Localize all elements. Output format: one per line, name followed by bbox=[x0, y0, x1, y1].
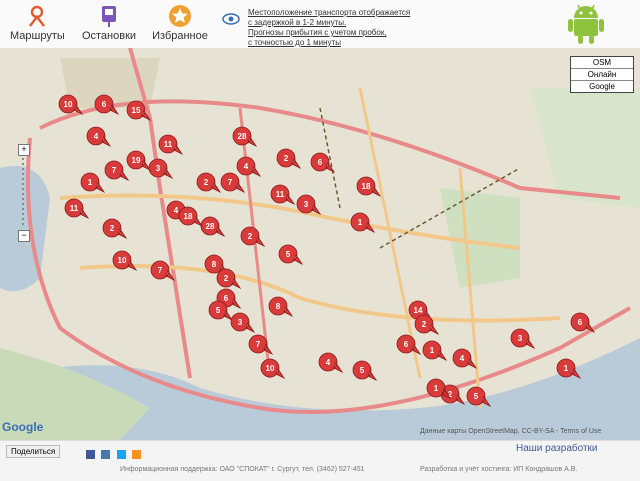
marker-label: 28 bbox=[238, 132, 247, 141]
developer-info: Разработка и учёт хостинга: ИП Кондрашов… bbox=[420, 466, 578, 473]
marker-label: 2 bbox=[204, 178, 209, 187]
marker-label: 1 bbox=[434, 384, 439, 393]
marker-label: 3 bbox=[156, 164, 161, 173]
delay-notice: Местоположение транспорта отображается с… bbox=[248, 8, 410, 48]
map-attribution[interactable]: Данные карты OpenStreetMap, CC-BY-SA - T… bbox=[420, 428, 601, 435]
notice-line-4: с точностью до 1 минуты bbox=[248, 38, 341, 47]
marker-label: 7 bbox=[228, 178, 233, 187]
marker-label: 6 bbox=[404, 340, 409, 349]
marker-label: 1 bbox=[88, 178, 93, 187]
marker-label: 3 bbox=[304, 200, 309, 209]
city-map[interactable]: 10 6 15 4 11 28 2 1 7 19 3 2 7 4 6 11 3 18 11 2 4 28 2 18 1 10 7 8 2… bbox=[0, 48, 640, 440]
layer-option-osm[interactable]: OSM bbox=[571, 57, 633, 69]
marker-label: 14 bbox=[414, 306, 423, 315]
stops-button[interactable]: Остановки bbox=[80, 4, 138, 42]
routes-button[interactable]: Маршруты bbox=[10, 4, 65, 42]
top-bar: Маршруты Остановки Избранное Местоположе… bbox=[0, 0, 640, 49]
marker-label: 4 bbox=[460, 354, 465, 363]
marker-label: 11 bbox=[164, 140, 173, 149]
marker-label: 19 bbox=[132, 156, 141, 165]
social-icons bbox=[86, 446, 143, 464]
map-layer-switcher: OSM Онлайн Google bbox=[570, 56, 634, 93]
notice-line-3: Прогнозы прибытия с учетом пробок, bbox=[248, 28, 387, 37]
marker-label: 7 bbox=[112, 166, 117, 175]
marker-label: 7 bbox=[256, 340, 261, 349]
marker-label: 6 bbox=[102, 100, 107, 109]
marker-label: 8 bbox=[212, 260, 217, 269]
marker-label: 4 bbox=[94, 132, 99, 141]
marker-label: 10 bbox=[266, 364, 275, 373]
notice-line-1: Местоположение транспорта отображается bbox=[248, 8, 411, 17]
marker-label: 6 bbox=[224, 294, 229, 303]
marker-label: 10 bbox=[118, 256, 127, 265]
marker-label: 5 bbox=[474, 392, 479, 401]
odnoklassniki-icon[interactable] bbox=[132, 450, 142, 459]
marker-label: 2 bbox=[110, 224, 115, 233]
routes-label: Маршруты bbox=[10, 30, 65, 42]
marker-label: 15 bbox=[132, 106, 141, 115]
marker-label: 6 bbox=[578, 318, 583, 327]
marker-label: 8 bbox=[276, 302, 281, 311]
our-developments-link[interactable]: Наши разработки bbox=[516, 443, 598, 454]
marker-label: 3 bbox=[238, 318, 243, 327]
route-pin-icon bbox=[29, 5, 45, 27]
eye-info-icon bbox=[222, 13, 240, 25]
android-icon[interactable] bbox=[566, 2, 606, 46]
marker-label: 10 bbox=[64, 100, 73, 109]
marker-label: 2 bbox=[284, 154, 289, 163]
twitter-icon[interactable] bbox=[116, 450, 126, 459]
layer-option-google[interactable]: Google bbox=[571, 81, 633, 92]
marker-label: 4 bbox=[174, 206, 179, 215]
marker-label: 1 bbox=[430, 346, 435, 355]
zoom-control: + − bbox=[18, 144, 30, 242]
marker-label: 1 bbox=[358, 218, 363, 227]
marker-label: 28 bbox=[206, 222, 215, 231]
marker-label: 5 bbox=[286, 250, 291, 259]
marker-label: 11 bbox=[70, 204, 79, 213]
marker-label: 5 bbox=[216, 306, 221, 315]
marker-label: 1 bbox=[564, 364, 569, 373]
marker-label: 4 bbox=[326, 358, 331, 367]
support-info: Информационная поддержка: ОАО "СПОКАТ" г… bbox=[120, 466, 365, 473]
marker-label: 7 bbox=[158, 266, 163, 275]
map-canvas[interactable]: 10 615411282171932 74 611318112428218110782… bbox=[0, 48, 640, 440]
marker-label: 11 bbox=[276, 190, 285, 199]
star-icon bbox=[169, 5, 191, 27]
layer-option-online[interactable]: Онлайн bbox=[571, 69, 633, 81]
vk-icon[interactable] bbox=[101, 450, 111, 459]
stops-label: Остановки bbox=[81, 30, 137, 42]
notice-line-2: с задержкой в 1-2 минуты. bbox=[248, 18, 347, 27]
zoom-in-button[interactable]: + bbox=[18, 144, 30, 156]
zoom-slider[interactable] bbox=[22, 158, 24, 228]
marker-label: 2 bbox=[224, 274, 229, 283]
marker-label: 4 bbox=[244, 162, 249, 171]
share-button[interactable]: Поделиться bbox=[6, 445, 61, 458]
marker-label: 6 bbox=[318, 158, 323, 167]
marker-label: 2 bbox=[248, 232, 253, 241]
facebook-icon[interactable] bbox=[86, 450, 95, 459]
marker-label: 18 bbox=[362, 182, 371, 191]
marker-label: 5 bbox=[360, 366, 365, 375]
marker-label: 3 bbox=[518, 334, 523, 343]
favorites-label: Избранное bbox=[152, 30, 208, 42]
marker-label: 2 bbox=[422, 320, 427, 329]
zoom-out-button[interactable]: − bbox=[18, 230, 30, 242]
favorites-button[interactable]: Избранное bbox=[152, 4, 208, 42]
marker-label: 18 bbox=[184, 212, 193, 221]
stop-sign-icon bbox=[102, 6, 116, 27]
google-logo: Google bbox=[2, 420, 44, 434]
